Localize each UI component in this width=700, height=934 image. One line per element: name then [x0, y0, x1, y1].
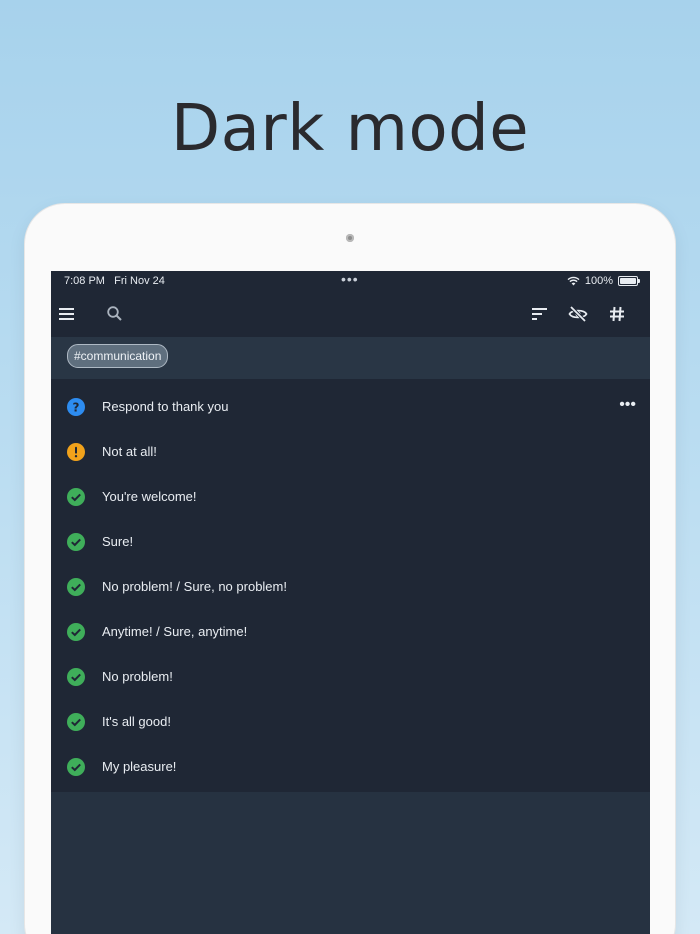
- toolbar: [51, 291, 650, 337]
- list-item-label: You're welcome!: [102, 489, 197, 504]
- warning-icon: [67, 443, 85, 461]
- multitasking-dots[interactable]: •••: [341, 271, 359, 287]
- svg-text:?: ?: [73, 400, 80, 414]
- list-item[interactable]: My pleasure!: [51, 743, 650, 788]
- wifi-icon: [567, 276, 580, 286]
- tag-filter-bar: #communication: [51, 337, 650, 379]
- status-time: 7:08 PM Fri Nov 24: [64, 275, 165, 287]
- phrase-list: ? Respond to thank you ••• Not at all! Y…: [51, 379, 650, 792]
- list-item-label: It's all good!: [102, 714, 171, 729]
- list-item[interactable]: ? Respond to thank you •••: [51, 383, 650, 428]
- list-item[interactable]: No problem! / Sure, no problem!: [51, 563, 650, 608]
- headline: Dark mode: [170, 92, 530, 166]
- list-item-label: No problem! / Sure, no problem!: [102, 579, 287, 594]
- list-item[interactable]: No problem!: [51, 653, 650, 698]
- status-bar: 7:08 PM Fri Nov 24 ••• 100%: [51, 271, 650, 291]
- list-item-label: Sure!: [102, 534, 134, 549]
- check-circle-icon: [67, 488, 85, 506]
- list-item[interactable]: Anytime! / Sure, anytime!: [51, 608, 650, 653]
- tag-chip-communication[interactable]: #communication: [67, 344, 169, 368]
- battery-icon: [618, 276, 640, 286]
- list-item-label: Anytime! / Sure, anytime!: [102, 624, 248, 639]
- list-item[interactable]: It's all good!: [51, 698, 650, 743]
- list-item[interactable]: Sure!: [51, 518, 650, 563]
- check-circle-icon: [67, 578, 85, 596]
- list-item-label: No problem!: [102, 669, 173, 684]
- status-indicators: 100%: [567, 275, 640, 287]
- check-circle-icon: [67, 758, 85, 776]
- battery-percent: 100%: [584, 275, 613, 287]
- list-item[interactable]: You're welcome!: [51, 473, 650, 518]
- sort-icon[interactable]: [528, 302, 552, 326]
- list-item-label: Not at all!: [102, 444, 157, 459]
- hashtag-icon[interactable]: [605, 302, 629, 326]
- more-icon[interactable]: •••: [619, 397, 636, 413]
- search-icon[interactable]: [103, 302, 127, 326]
- check-circle-icon: [67, 623, 85, 641]
- camera: [346, 234, 354, 242]
- list-item-label: Respond to thank you: [102, 399, 229, 414]
- list-item-label: My pleasure!: [102, 759, 177, 774]
- list-item[interactable]: Not at all!: [51, 428, 650, 473]
- check-circle-icon: [67, 713, 85, 731]
- eye-off-icon[interactable]: [566, 302, 590, 326]
- app-screen: 7:08 PM Fri Nov 24 ••• 100% #communicati…: [51, 271, 650, 934]
- question-icon: ?: [67, 398, 85, 416]
- tablet-frame: 7:08 PM Fri Nov 24 ••• 100% #communicati…: [25, 204, 675, 934]
- check-circle-icon: [67, 668, 85, 686]
- check-circle-icon: [67, 533, 85, 551]
- menu-icon[interactable]: [55, 302, 79, 326]
